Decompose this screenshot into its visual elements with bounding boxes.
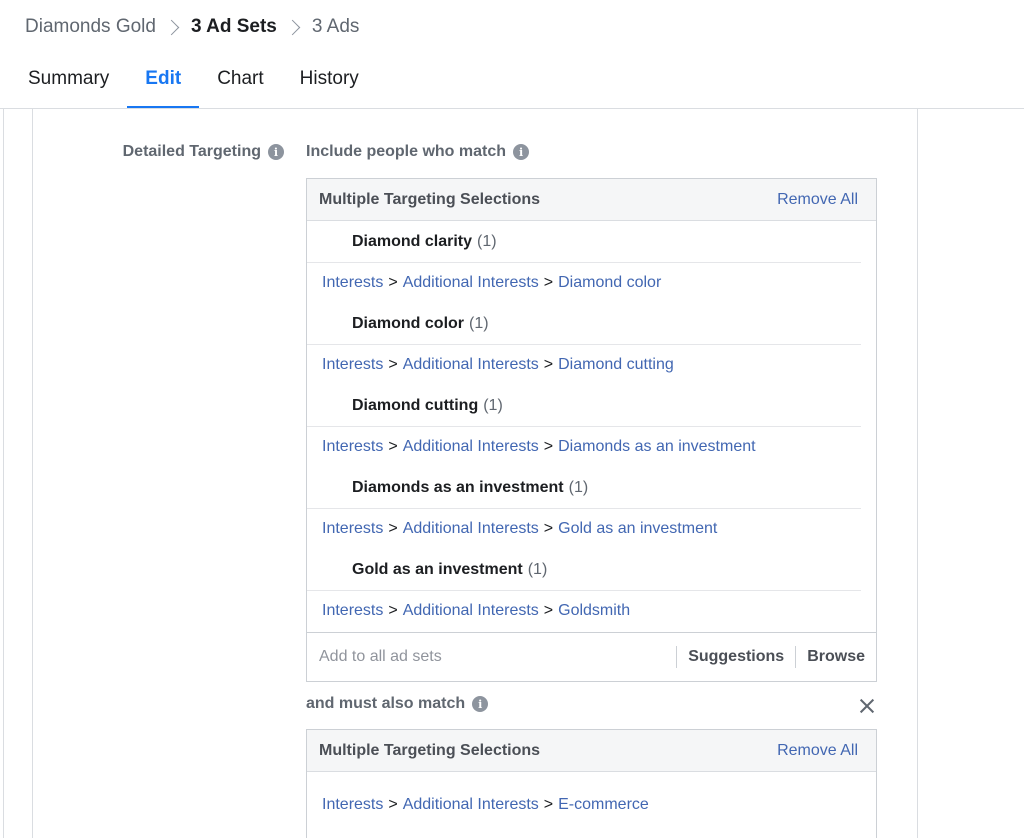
also-match-targeting-box: Multiple Targeting Selections Remove All… (306, 729, 877, 838)
breadcrumb-ads[interactable]: 3 Ads (312, 16, 360, 38)
targeting-item-count: (1) (469, 314, 489, 332)
path-link[interactable]: Gold as an investment (558, 520, 717, 538)
include-box-header: Multiple Targeting Selections Remove All (307, 179, 876, 221)
path-link[interactable]: Diamonds as an investment (558, 438, 755, 456)
path-link[interactable]: Additional Interests (403, 796, 539, 814)
path-separator: > (388, 795, 398, 813)
targeting-path-row: Interests > Additional Interests > Diamond c… (307, 344, 861, 385)
close-icon[interactable] (858, 697, 876, 715)
page-left-border (3, 0, 4, 838)
remove-all-button[interactable]: Remove All (777, 191, 858, 209)
targeting-item-count: (1) (527, 560, 548, 578)
tab-summary[interactable]: Summary (0, 58, 127, 109)
path-separator: > (388, 438, 398, 455)
info-icon[interactable]: i (513, 144, 530, 160)
targeting-item-name: Diamonds as an investment (352, 478, 564, 496)
path-link[interactable]: Goldsmith (558, 602, 630, 620)
box-title: Multiple Targeting Selections (319, 741, 541, 759)
path-separator: > (388, 602, 398, 619)
targeting-item-name: Diamond clarity (352, 232, 473, 250)
detailed-targeting-text: Detailed Targeting (122, 143, 261, 160)
path-separator: > (543, 602, 554, 619)
targeting-path-row: Interests > Additional Interests > Diamonds … (307, 426, 861, 467)
info-icon[interactable]: i (268, 144, 284, 160)
path-link[interactable]: Additional Interests (403, 520, 539, 538)
path-link[interactable]: E-commerce (558, 796, 649, 814)
targeting-item-row: Diamond color (1) (307, 303, 876, 344)
path-link[interactable]: Interests (322, 438, 383, 456)
targeting-item-count: (1) (483, 396, 503, 414)
include-targeting-list: Diamond clarity (1) Interests > Additional I… (307, 221, 876, 632)
targeting-path-row: Interests > Additional Interests > Gold as a… (307, 508, 861, 549)
targeting-path-row: Interests > Additional Interests > E-commerc… (307, 784, 861, 825)
targeting-item-row: Gold as an investment (1) (307, 549, 876, 590)
include-label-text: Include people who match (306, 143, 507, 160)
path-link[interactable]: Interests (322, 602, 383, 620)
also-box-header: Multiple Targeting Selections Remove All (307, 730, 876, 772)
path-separator: > (543, 356, 554, 373)
info-icon[interactable]: i (472, 696, 489, 712)
path-link[interactable]: Diamond cutting (558, 356, 674, 374)
path-separator: > (543, 520, 554, 537)
path-link[interactable]: Additional Interests (403, 602, 539, 620)
path-link[interactable]: Additional Interests (403, 274, 539, 292)
also-match-text: and must also match (306, 695, 466, 712)
also-match-label: and must also match i (306, 695, 489, 713)
remove-all-button[interactable]: Remove All (777, 742, 858, 760)
chevron-right-icon (284, 19, 301, 35)
path-link[interactable]: Diamond color (558, 274, 661, 292)
chevron-right-icon (163, 19, 180, 35)
breadcrumb: Diamonds Gold 3 Ad Sets 3 Ads (25, 14, 359, 40)
add-targeting-input[interactable] (307, 632, 677, 682)
targeting-item-name: Gold as an investment (352, 560, 523, 578)
breadcrumb-campaign[interactable]: Diamonds Gold (25, 16, 156, 38)
path-separator: > (388, 520, 398, 537)
include-label: Include people who match i (306, 143, 530, 161)
include-targeting-box: Multiple Targeting Selections Remove All… (306, 178, 877, 682)
also-match-targeting-list: Interests > Additional Interests > E-commerc… (307, 772, 876, 838)
targeting-item-row: Diamond clarity (1) (307, 221, 876, 262)
targeting-item-count: (1) (568, 478, 589, 496)
breadcrumb-adsets[interactable]: 3 Ad Sets (191, 16, 277, 38)
browse-button[interactable]: Browse (796, 648, 876, 666)
targeting-item-row: Diamonds as an investment (1) (307, 467, 876, 508)
path-separator: > (543, 795, 554, 813)
targeting-item-row: Diamond cutting (1) (307, 385, 876, 426)
tab-history[interactable]: History (282, 58, 377, 109)
path-separator: > (388, 356, 398, 373)
include-box-footer: Suggestions Browse (307, 632, 876, 682)
targeting-path-row: Interests > Additional Interests > Diamond c… (307, 262, 861, 303)
targeting-item-name: Diamond cutting (352, 396, 479, 414)
path-link[interactable]: Interests (322, 520, 383, 538)
path-link[interactable]: Additional Interests (403, 438, 539, 456)
path-link[interactable]: Additional Interests (403, 356, 539, 374)
page-header: Diamonds Gold 3 Ad Sets 3 Ads Summary Ed… (0, 0, 1024, 109)
targeting-item-count: (1) (477, 232, 497, 250)
path-separator: > (388, 274, 398, 291)
tab-bar: Summary Edit Chart History (0, 58, 377, 109)
path-separator: > (543, 274, 554, 291)
tab-edit[interactable]: Edit (127, 58, 200, 109)
targeting-path-row: Interests > Additional Interests > Goldsmith (307, 590, 861, 631)
tab-chart[interactable]: Chart (199, 58, 281, 109)
path-link[interactable]: Interests (322, 796, 383, 814)
detailed-targeting-label: Detailed Targeting i (123, 143, 284, 161)
path-link[interactable]: Interests (322, 274, 383, 292)
path-link[interactable]: Interests (322, 356, 383, 374)
path-separator: > (543, 438, 554, 455)
box-title: Multiple Targeting Selections (319, 190, 541, 208)
suggestions-button[interactable]: Suggestions (677, 648, 795, 666)
targeting-item-name: Diamond color (352, 314, 465, 332)
